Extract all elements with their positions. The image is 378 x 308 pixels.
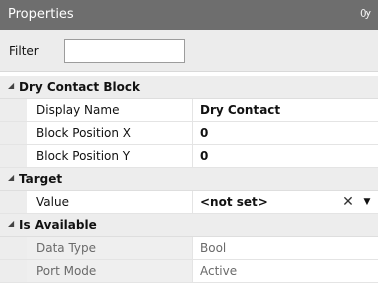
property-value-block-position-y[interactable]: 0 [193, 145, 378, 167]
property-value-block-position-x[interactable]: 0 [193, 122, 378, 144]
panel-title: Properties [8, 7, 74, 22]
collapse-arrow-icon[interactable]: ◢ [8, 173, 14, 182]
filter-bar: Filter [0, 30, 378, 72]
property-grid: ◢ Dry Contact Block Display Name Dry Con… [0, 76, 378, 283]
category-label: Dry Contact Block [19, 80, 140, 94]
row-gutter [0, 145, 27, 167]
collapse-arrow-icon[interactable]: ◢ [8, 81, 14, 90]
property-row-value[interactable]: Value <not set> ✕ ▼ [0, 191, 378, 214]
property-row-block-position-y[interactable]: Block Position Y 0 [0, 145, 378, 168]
property-row-data-type: Data Type Bool [0, 237, 378, 260]
row-gutter [0, 237, 27, 259]
pin-icon[interactable]: Ѹ [360, 7, 371, 20]
collapse-arrow-icon[interactable]: ◢ [8, 219, 14, 228]
row-gutter [0, 191, 27, 213]
property-name: Block Position Y [27, 145, 193, 167]
properties-panel: Properties Ѹ Filter ◢ Dry Contact Block … [0, 0, 378, 308]
property-name: Port Mode [27, 260, 193, 282]
property-row-block-position-x[interactable]: Block Position X 0 [0, 122, 378, 145]
property-name: Data Type [27, 237, 193, 259]
dropdown-arrow-icon[interactable]: ▼ [360, 194, 374, 210]
property-row-port-mode: Port Mode Active [0, 260, 378, 283]
clear-icon[interactable]: ✕ [340, 194, 356, 210]
property-value-target[interactable]: <not set> ✕ ▼ [193, 191, 378, 213]
filter-label: Filter [9, 44, 39, 58]
property-name: Value [27, 191, 193, 213]
value-text: <not set> [200, 195, 268, 209]
property-name: Block Position X [27, 122, 193, 144]
property-value-port-mode: Active [200, 264, 238, 278]
row-gutter [0, 260, 27, 282]
category-is-available[interactable]: ◢ Is Available [0, 214, 378, 237]
property-row-display-name[interactable]: Display Name Dry Contact [0, 99, 378, 122]
property-value-display-name[interactable]: Dry Contact [193, 99, 378, 121]
property-value-data-type: Bool [200, 241, 227, 255]
property-name: Display Name [27, 99, 193, 121]
row-gutter [0, 122, 27, 144]
category-label: Is Available [19, 218, 97, 232]
category-label: Target [19, 172, 63, 186]
panel-titlebar: Properties Ѹ [0, 0, 378, 30]
row-gutter [0, 99, 27, 121]
category-target[interactable]: ◢ Target [0, 168, 378, 191]
filter-input[interactable] [64, 39, 185, 63]
category-dry-contact-block[interactable]: ◢ Dry Contact Block [0, 76, 378, 99]
